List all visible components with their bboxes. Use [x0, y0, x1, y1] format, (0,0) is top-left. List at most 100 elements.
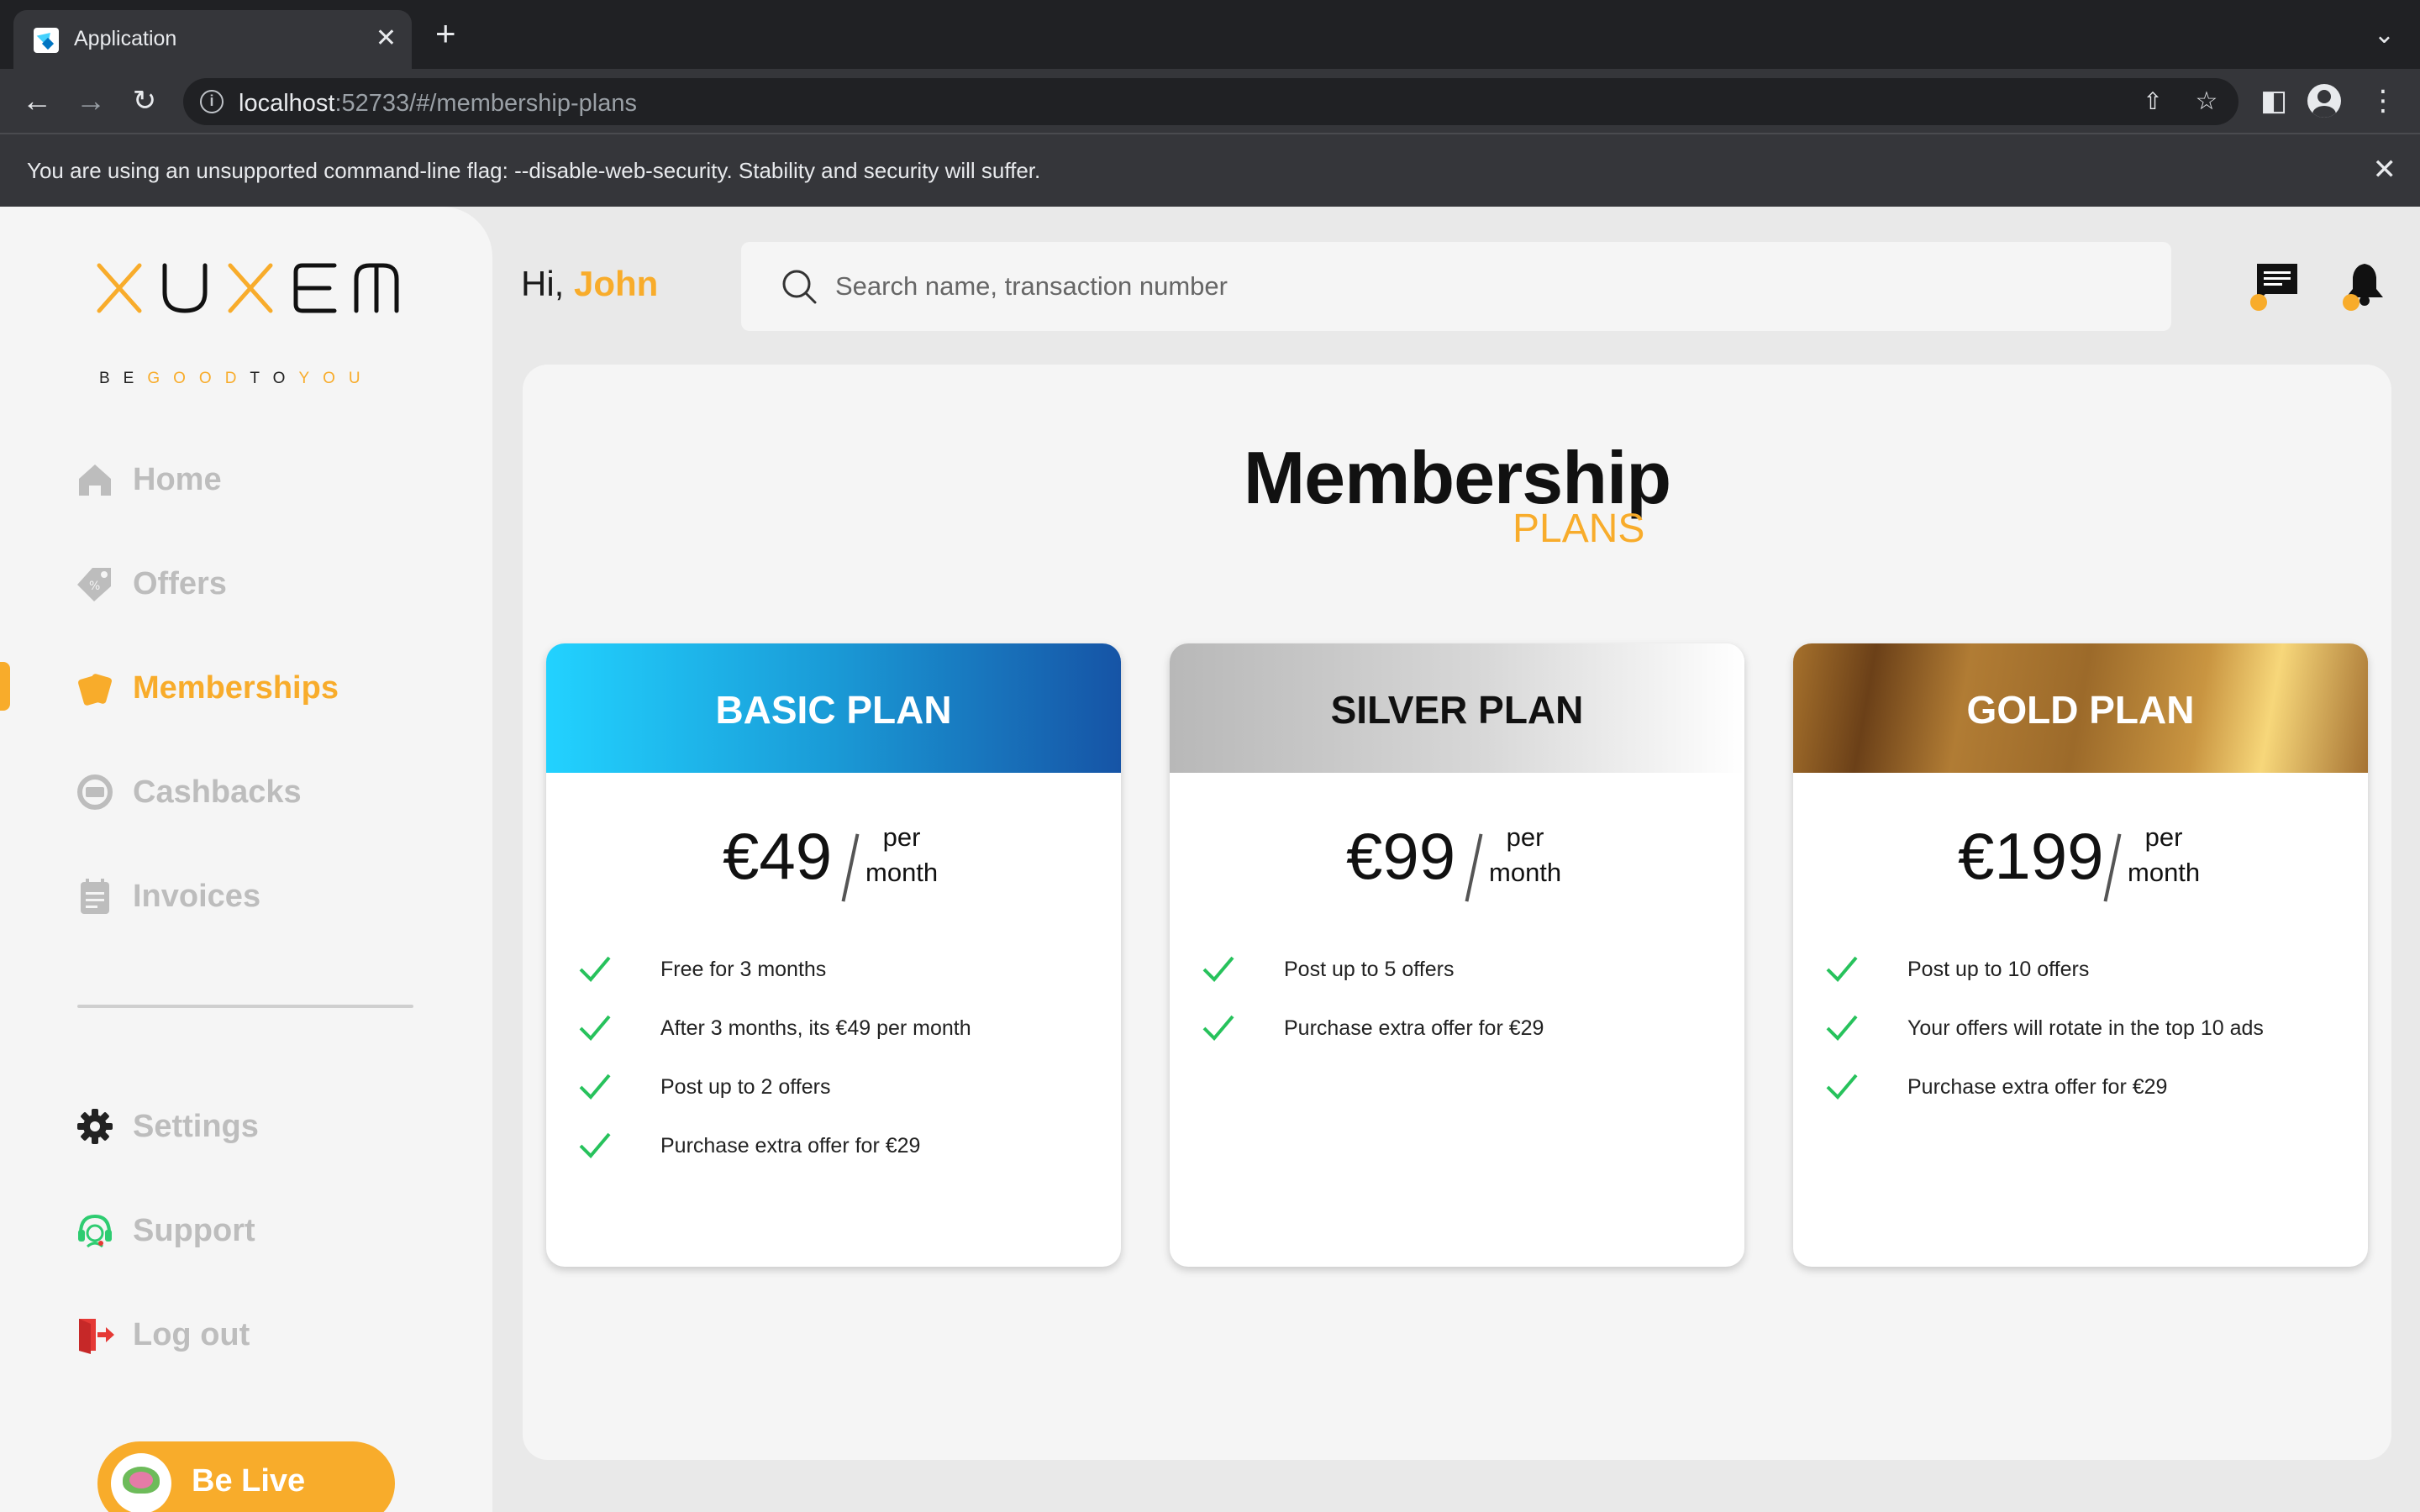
check-icon [579, 1015, 611, 1041]
app-root: BEGOODTOYOU Home % Offers Memberships Ca… [0, 207, 2420, 1512]
unread-dot [2250, 294, 2267, 311]
sidebar-item-support[interactable]: Support [76, 1205, 429, 1255]
sidebar-item-offers[interactable]: % Offers [76, 558, 429, 608]
bookmark-star-icon[interactable]: ☆ [2191, 87, 2222, 117]
sidebar-item-logout[interactable]: Log out [76, 1309, 429, 1359]
price-period: per month [2128, 822, 2201, 887]
sidebar-item-home[interactable]: Home [76, 454, 429, 504]
sidebar-item-invoices[interactable]: Invoices [76, 870, 429, 921]
check-icon [1202, 1015, 1234, 1041]
plan-header: GOLD PLAN [1793, 643, 2368, 773]
page-subtitle: PLANS [1512, 507, 1645, 551]
be-live-button[interactable]: Be Live [97, 1441, 395, 1512]
url-text[interactable]: localhost:52733/#/membership-plans [239, 90, 637, 118]
infobar-message: You are using an unsupported command-lin… [27, 158, 1041, 183]
search-bar[interactable] [741, 242, 2171, 331]
sidebar-item-label: Invoices [133, 879, 261, 914]
side-panel-icon[interactable]: ◧ [2255, 82, 2292, 119]
check-icon [1202, 956, 1234, 982]
reload-icon[interactable]: ↻ [126, 82, 163, 119]
share-icon[interactable]: ⇧ [2138, 87, 2168, 117]
sidebar-item-settings[interactable]: Settings [76, 1100, 429, 1151]
sidebar-item-label: Log out [133, 1317, 250, 1352]
greeting: Hi, John [521, 264, 659, 303]
notifications-button[interactable] [2341, 260, 2388, 311]
tag-icon: % [77, 568, 111, 601]
forward-arrow-icon[interactable]: → [72, 82, 109, 119]
check-icon [1826, 1015, 1858, 1041]
sidebar-divider [77, 1005, 413, 1008]
page-title: Membership [1243, 436, 1671, 519]
price-divider [841, 833, 860, 902]
headset-icon [78, 1214, 112, 1248]
sidebar: BEGOODTOYOU Home % Offers Memberships Ca… [0, 207, 492, 1512]
check-icon [579, 956, 611, 982]
price-divider [1465, 833, 1483, 902]
svg-text:%: % [89, 580, 100, 593]
price-divider [2103, 833, 2122, 902]
tab-close-icon[interactable]: ✕ [376, 22, 397, 55]
tab-search-chevron-icon[interactable]: ⌄ [2374, 18, 2395, 52]
price-amount: €199 [1958, 819, 2104, 893]
messages-button[interactable] [2250, 260, 2301, 311]
plan-name: GOLD PLAN [1966, 688, 2195, 732]
site-info-icon[interactable]: i [200, 90, 224, 113]
sidebar-item-label: Settings [133, 1109, 259, 1144]
xuxem-logo[interactable]: BEGOODTOYOU [94, 259, 403, 387]
price-period: per month [1489, 822, 1562, 887]
logout-icon [79, 1319, 114, 1354]
plan-name: BASIC PLAN [715, 688, 952, 732]
infobar-close-icon[interactable]: ✕ [2373, 153, 2397, 186]
address-bar[interactable]: i localhost:52733/#/membership-plans ⇧ ☆ [183, 78, 2238, 125]
browser-tab[interactable]: Application ✕ [13, 10, 412, 69]
price-period: per month [865, 822, 939, 887]
sidebar-item-memberships[interactable]: Memberships [76, 662, 429, 712]
sidebar-item-label: Memberships [133, 670, 339, 706]
main-panel: Membership PLANS BASIC PLAN €49 per month… [523, 365, 2391, 1460]
price-amount: €49 [723, 819, 833, 893]
sidebar-item-label: Offers [133, 566, 227, 601]
sidebar-item-cashbacks[interactable]: Cashbacks [76, 766, 429, 816]
plan-name: SILVER PLAN [1330, 688, 1584, 732]
check-icon [579, 1074, 611, 1100]
plan-card-silver[interactable]: SILVER PLAN €99 per month Post up to 5 of… [1170, 643, 1744, 1267]
price-amount: €99 [1346, 819, 1456, 893]
check-icon [579, 1132, 611, 1158]
flutter-favicon-icon [34, 28, 59, 53]
be-live-logo-icon [111, 1453, 171, 1512]
new-tab-button[interactable]: + [435, 16, 456, 51]
browser-tab-strip: Application ✕ + ⌄ [0, 0, 2420, 69]
feature-item: Post up to 2 offers [546, 1068, 1121, 1127]
check-icon [1826, 1074, 1858, 1100]
feature-item: Purchase extra offer for €29 [1170, 1010, 1744, 1068]
warning-infobar: You are using an unsupported command-lin… [0, 133, 2420, 207]
feature-item: After 3 months, its €49 per month [546, 1010, 1121, 1068]
tab-title: Application [74, 27, 177, 50]
gear-icon [77, 1109, 113, 1144]
logo-tagline: BEGOODTOYOU [99, 370, 374, 387]
search-input[interactable] [835, 264, 2146, 309]
feature-item: Free for 3 months [546, 951, 1121, 1010]
back-arrow-icon[interactable]: ← [18, 82, 55, 119]
plan-price: €49 per month [546, 803, 1121, 902]
plan-card-gold[interactable]: GOLD PLAN €199 per month Post up to 10 of… [1793, 643, 2368, 1267]
home-icon [79, 465, 111, 496]
plan-price: €99 per month [1170, 803, 1744, 902]
sidebar-item-label: Support [133, 1213, 255, 1248]
check-icon [1826, 956, 1858, 982]
feature-item: Purchase extra offer for €29 [1793, 1068, 2368, 1127]
invoice-icon [81, 879, 109, 914]
active-indicator [0, 662, 10, 711]
sidebar-item-label: Home [133, 462, 222, 497]
plan-card-basic[interactable]: BASIC PLAN €49 per month Free for 3 month… [546, 643, 1121, 1267]
unread-dot [2343, 294, 2360, 311]
sidebar-item-label: Cashbacks [133, 774, 302, 810]
feature-item: Purchase extra offer for €29 [546, 1127, 1121, 1186]
plan-header: BASIC PLAN [546, 643, 1121, 773]
browser-toolbar: ← → ↻ i localhost:52733/#/membership-pla… [0, 69, 2420, 133]
plan-price: €199 per month [1793, 803, 2368, 902]
cashback-icon [77, 774, 113, 810]
kebab-menu-icon[interactable]: ⋮ [2365, 82, 2402, 119]
profile-avatar-icon[interactable] [2307, 84, 2341, 118]
plan-header: SILVER PLAN [1170, 643, 1744, 773]
